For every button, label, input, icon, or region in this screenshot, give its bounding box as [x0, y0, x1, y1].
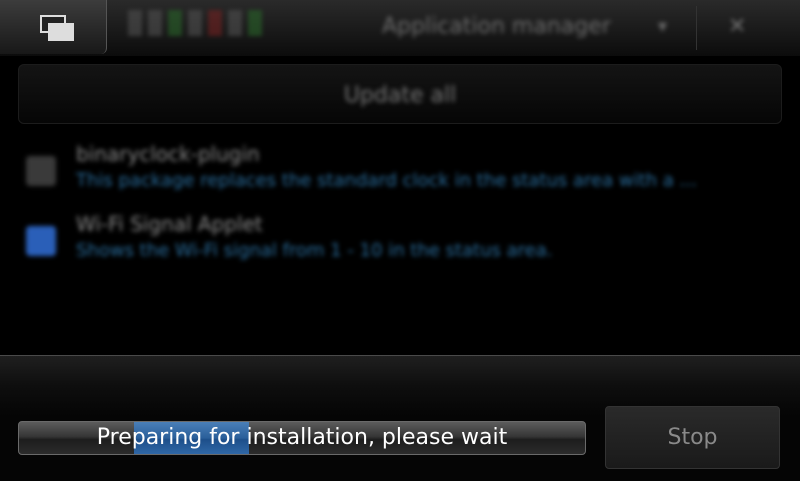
update-all-label: Update all [343, 83, 457, 108]
divider [696, 6, 697, 50]
close-icon[interactable]: ✕ [728, 14, 746, 39]
title-menu[interactable]: Application manager ▾ [360, 0, 690, 56]
task-switcher-icon [40, 15, 74, 43]
progress-bar: Preparing for installation, please wait [18, 421, 586, 455]
status-indicators[interactable] [128, 10, 338, 46]
progress-text: Preparing for installation, please wait [96, 425, 508, 450]
chevron-down-icon: ▾ [658, 16, 668, 37]
list-item[interactable]: Wi-Fi Signal Applet Shows the Wi-Fi sign… [18, 212, 780, 272]
stop-label: Stop [667, 425, 718, 450]
progress-dialog: Preparing for installation, please wait … [0, 355, 800, 481]
package-icon [26, 156, 56, 186]
window-title: Application manager [382, 14, 611, 39]
task-switcher-button[interactable] [0, 0, 107, 54]
package-name: Wi-Fi Signal Applet [76, 212, 263, 236]
package-list-area: Update all binaryclock-plugin This packa… [0, 56, 800, 356]
list-item[interactable]: binaryclock-plugin This package replaces… [18, 142, 780, 202]
wifi-applet-icon [26, 226, 56, 256]
status-bar: Application manager ▾ ✕ [0, 0, 800, 56]
package-description: This package replaces the standard clock… [76, 170, 697, 191]
update-all-button[interactable]: Update all [18, 64, 782, 124]
package-name: binaryclock-plugin [76, 142, 260, 166]
stop-button[interactable]: Stop [605, 406, 780, 469]
package-description: Shows the Wi-Fi signal from 1 - 10 in th… [76, 240, 553, 261]
